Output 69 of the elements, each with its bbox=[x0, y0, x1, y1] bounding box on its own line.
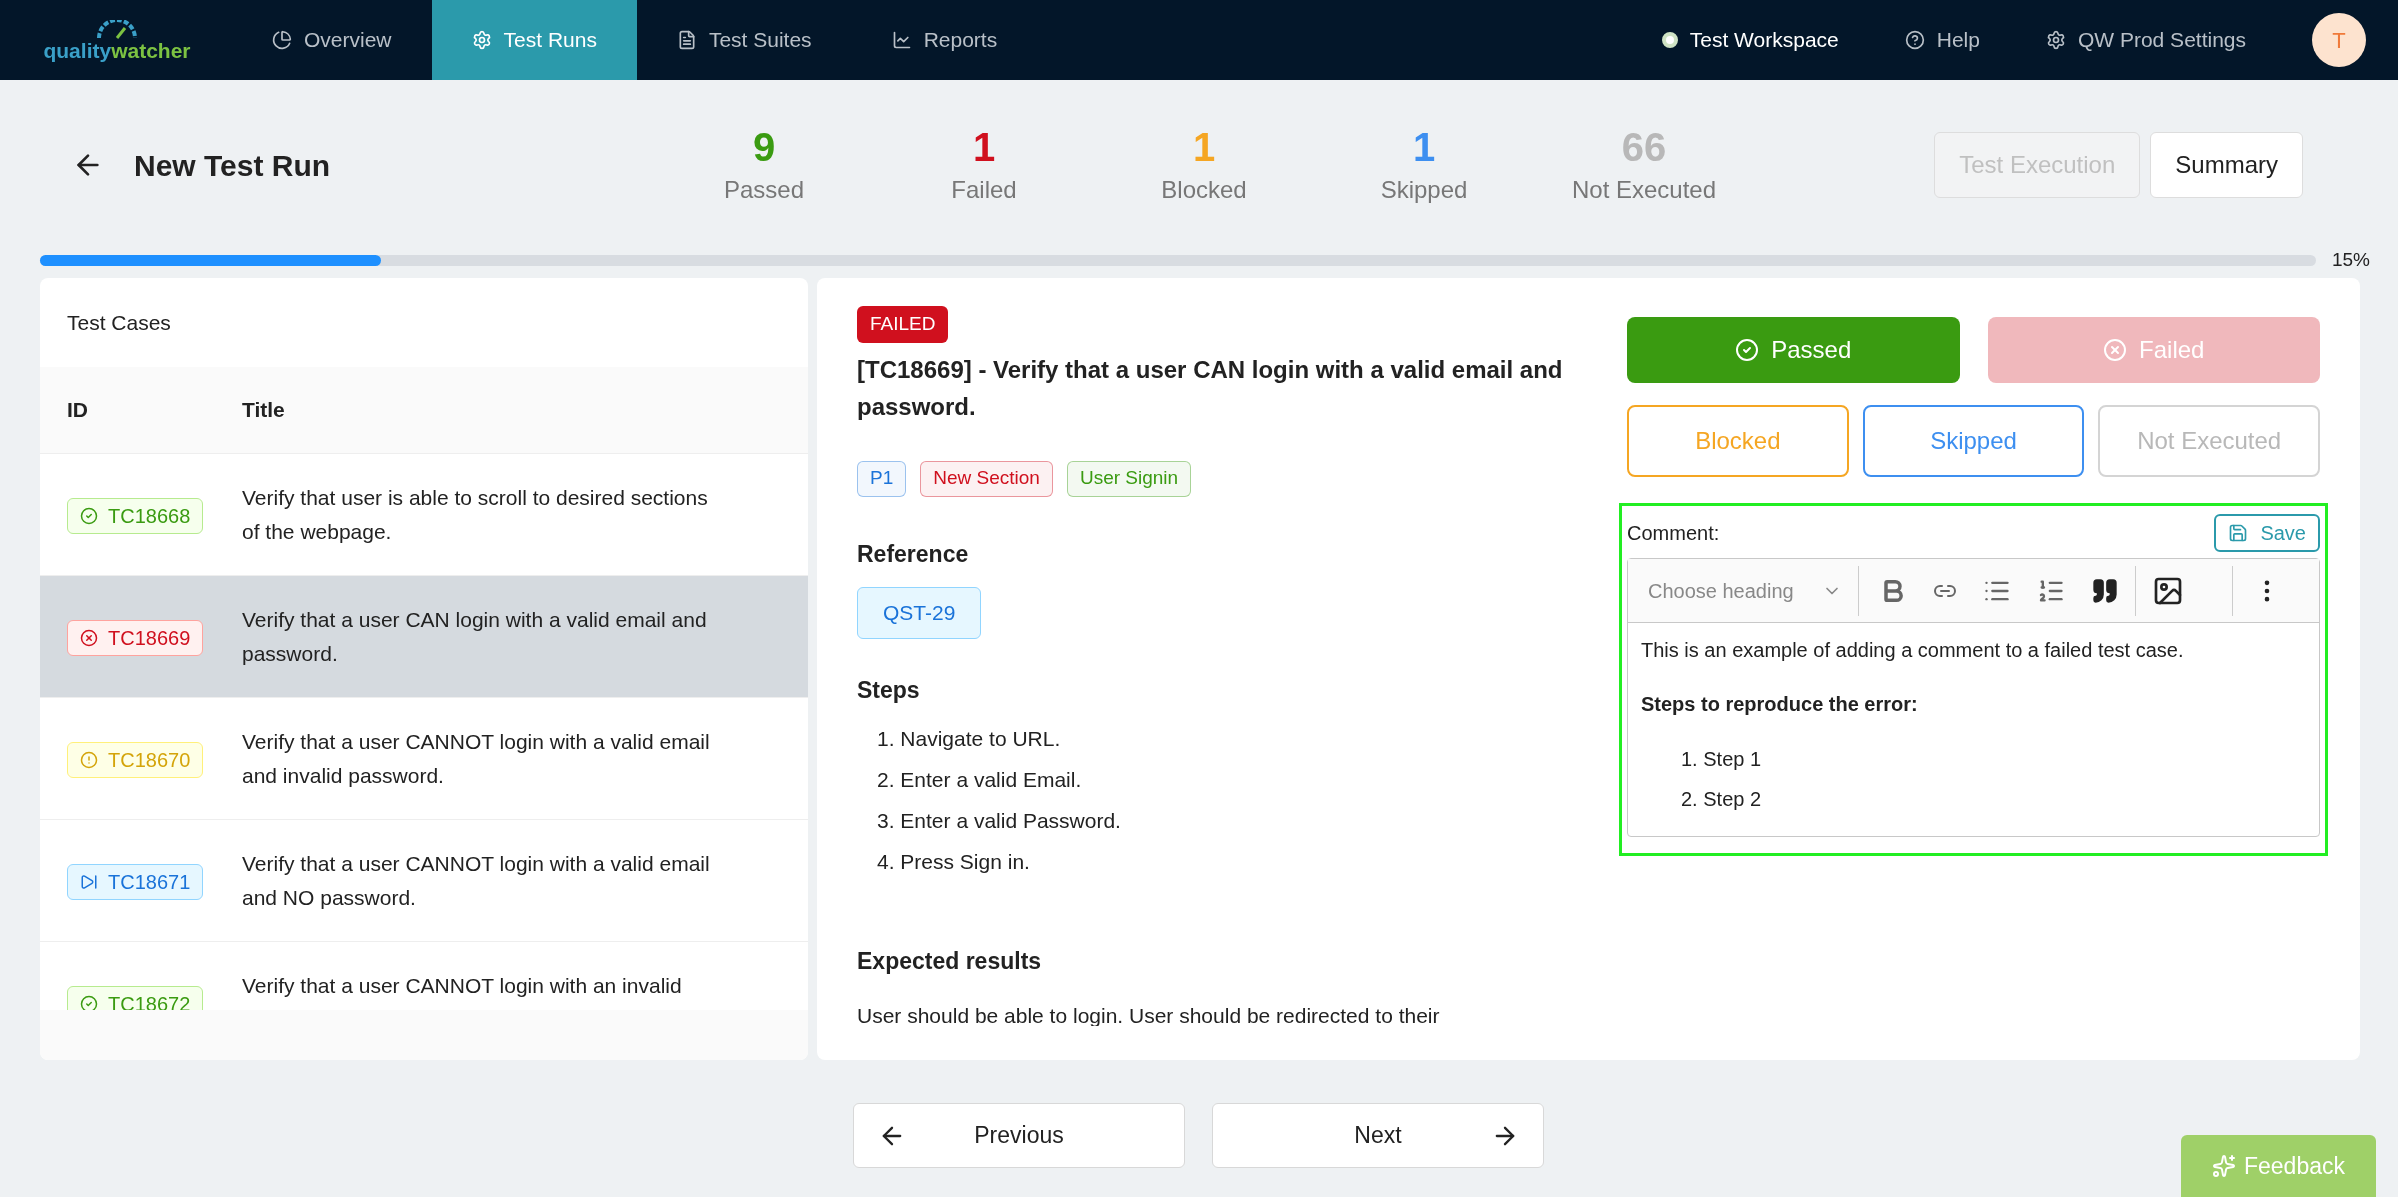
settings-icon bbox=[471, 30, 492, 50]
x-circle-icon bbox=[2103, 338, 2128, 362]
comment-list-item: 2. Step 2 bbox=[1681, 787, 1763, 812]
test-case-id-badge: TC18669 bbox=[67, 620, 204, 656]
tag: P1 bbox=[857, 460, 907, 497]
x-circle-icon bbox=[80, 629, 98, 647]
section-heading: Reference bbox=[857, 539, 970, 569]
stat-value: 66 bbox=[1621, 124, 1667, 171]
stat-label: Blocked bbox=[1161, 175, 1247, 205]
test-case-row[interactable]: TC18669 Verify that a user CAN login with a valid email and password. bbox=[40, 576, 808, 698]
next-button[interactable]: Next bbox=[1212, 1103, 1544, 1168]
alert-circle-icon bbox=[80, 751, 98, 769]
step-item: 4. Press Sign in. bbox=[877, 848, 1031, 875]
stat-label: Failed bbox=[951, 175, 1017, 205]
test-case-id-badge: TC18670 bbox=[67, 742, 204, 778]
stat-label: Skipped bbox=[1380, 175, 1468, 205]
test-case-id-badge: TC18668 bbox=[67, 498, 204, 534]
nav-tab[interactable]: Reports bbox=[851, 0, 1038, 80]
stat-label: Not Executed bbox=[1571, 175, 1717, 205]
settings-icon bbox=[2045, 30, 2066, 50]
progress-reading: 15% bbox=[2331, 247, 2370, 272]
comment-label: Comment: bbox=[1627, 521, 1720, 546]
nav-tab[interactable]: Test Suites bbox=[636, 0, 852, 80]
tag: User Signin bbox=[1066, 460, 1192, 497]
skip-icon bbox=[80, 873, 98, 891]
line-chart-icon bbox=[891, 30, 912, 50]
logo: qualitywatcher bbox=[32, 19, 202, 61]
stat-value: 1 bbox=[1412, 124, 1436, 171]
column-header: ID bbox=[67, 397, 89, 424]
step-item: 1. Navigate to URL. bbox=[877, 725, 1062, 752]
comment-paragraph: This is an example of adding a comment to a failed test case. bbox=[1641, 638, 2185, 663]
quote-icon[interactable] bbox=[2090, 576, 2119, 605]
section-heading: Expected results bbox=[857, 946, 1043, 976]
sparkles-icon bbox=[2212, 1154, 2236, 1178]
help-icon bbox=[1904, 30, 1925, 50]
test-case-title: Verify that a user CANNOT login with a valid email and NO password. bbox=[242, 851, 711, 911]
reference-link[interactable]: QST-29 bbox=[857, 587, 982, 639]
stat-value: 1 bbox=[972, 124, 996, 171]
nav-link[interactable]: Test Workspace bbox=[1661, 24, 1839, 56]
status-badge: FAILED bbox=[857, 306, 949, 343]
save-icon bbox=[2228, 523, 2249, 543]
test-case-title: Verify that a user CANNOT login with a valid email and invalid password. bbox=[242, 729, 711, 789]
step-item: 2. Enter a valid Email. bbox=[877, 766, 1083, 793]
gauge-logo-icon bbox=[95, 19, 139, 40]
comment-list-item: 1. Step 1 bbox=[1681, 747, 1763, 772]
test-case-title: Verify that user is able to scroll to desired sections of the webpage. bbox=[242, 485, 709, 545]
stat-label: Passed bbox=[723, 175, 805, 205]
nav-link[interactable]: QW Prod Settings bbox=[2045, 24, 2246, 56]
check-circle-icon bbox=[80, 507, 98, 525]
test-case-title: Verify that a user CANNOT login with an invalid bbox=[242, 973, 683, 999]
header-button[interactable]: Summary bbox=[2150, 132, 2303, 198]
previous-button[interactable]: Previous bbox=[853, 1103, 1185, 1168]
page-title: New Test Run bbox=[134, 147, 332, 184]
stat-value: 1 bbox=[1192, 124, 1216, 171]
pie-chart-icon bbox=[272, 30, 292, 50]
step-item: 3. Enter a valid Password. bbox=[877, 807, 1122, 834]
stat-value: 9 bbox=[752, 124, 776, 171]
panel-title: Test Cases bbox=[66, 309, 172, 336]
comment-subheading: Steps to reproduce the error: bbox=[1641, 692, 1919, 717]
test-case-heading: [TC18669] - Verify that a user CAN login with a valid email and password. bbox=[857, 354, 1564, 422]
column-header: Title bbox=[242, 397, 285, 424]
check-circle-icon bbox=[1735, 338, 1760, 362]
test-case-title: Verify that a user CAN login with a valid email and password. bbox=[242, 607, 708, 667]
tag: New Section bbox=[920, 460, 1053, 497]
section-heading: Steps bbox=[857, 676, 921, 705]
test-case-id-badge: TC18671 bbox=[67, 864, 204, 900]
result-button[interactable]: Passed bbox=[1627, 317, 1960, 383]
nav-link[interactable]: Help bbox=[1904, 24, 1980, 56]
nav-tab[interactable]: Overview bbox=[232, 0, 432, 80]
